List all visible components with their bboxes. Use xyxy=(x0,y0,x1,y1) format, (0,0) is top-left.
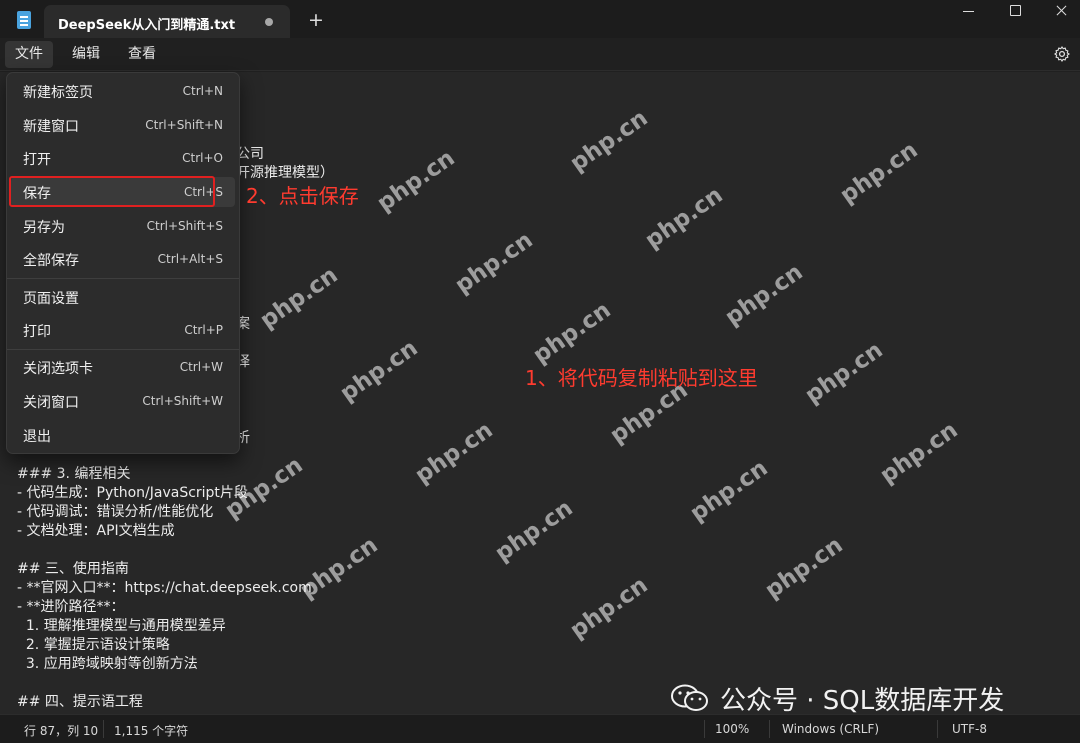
menu-item-save-as[interactable]: 另存为 Ctrl+Shift+S xyxy=(11,211,235,241)
status-separator xyxy=(704,720,705,738)
file-menu-dropdown: 新建标签页 Ctrl+N 新建窗口 Ctrl+Shift+N 打开 Ctrl+O… xyxy=(6,72,240,454)
menu-edit[interactable]: 编辑 xyxy=(62,41,110,68)
menu-item-shortcut: Ctrl+W xyxy=(179,360,223,374)
tab-deepseek-file[interactable]: DeepSeek从入门到精通.txt xyxy=(44,5,290,38)
menu-item-label: 新建标签页 xyxy=(23,85,93,101)
menu-item-close-window[interactable]: 关闭窗口 Ctrl+Shift+W xyxy=(11,386,235,416)
notepad-app-icon xyxy=(17,11,31,29)
menu-view[interactable]: 查看 xyxy=(118,41,166,68)
menu-item-label: 关闭选项卡 xyxy=(23,361,93,377)
menu-item-close-tab[interactable]: 关闭选项卡 Ctrl+W xyxy=(11,352,235,382)
menu-item-shortcut: Ctrl+Shift+S xyxy=(146,219,223,233)
char-count: 1,115 个字符 xyxy=(114,724,189,738)
editor-line: 3. 应用跨域映射等创新方法 xyxy=(17,656,198,672)
cursor-position[interactable]: 行 87，列 10 xyxy=(24,722,98,739)
editor-line: - **进阶路径**： xyxy=(17,599,125,615)
menu-item-label: 全部保存 xyxy=(23,253,79,269)
new-tab-button[interactable]: + xyxy=(306,10,326,30)
menu-item-new-window[interactable]: 新建窗口 Ctrl+Shift+N xyxy=(11,110,235,140)
editor-line: ## 四、提示语工程 xyxy=(17,694,143,710)
menu-item-exit[interactable]: 退出 xyxy=(11,420,235,450)
title-bar: DeepSeek从入门到精通.txt + xyxy=(0,0,1080,38)
close-window-button[interactable] xyxy=(1038,0,1080,24)
settings-gear-icon[interactable] xyxy=(1053,45,1071,63)
encoding[interactable]: UTF-8 xyxy=(952,722,987,736)
line-ending[interactable]: Windows (CRLF) xyxy=(782,722,879,736)
menu-item-label: 另存为 xyxy=(23,220,65,236)
brand-watermark: 公众号 · SQL数据库开发 xyxy=(720,686,1005,716)
editor-line: - 代码调试：错误分析/性能优化 xyxy=(17,504,214,520)
menu-item-shortcut: Ctrl+N xyxy=(182,84,223,98)
menu-item-save-all[interactable]: 全部保存 Ctrl+Alt+S xyxy=(11,244,235,274)
menu-item-shortcut: Ctrl+Shift+W xyxy=(142,394,223,408)
status-separator xyxy=(937,720,938,738)
menu-item-shortcut: Ctrl+P xyxy=(184,323,223,337)
menu-item-label: 退出 xyxy=(23,429,51,445)
status-bar: 行 87，列 10 1,115 个字符 100% Windows (CRLF) … xyxy=(0,714,1080,743)
menu-bar: 文件 编辑 查看 xyxy=(0,38,1080,71)
tab-title: DeepSeek从入门到精通.txt xyxy=(58,18,236,33)
menu-item-label: 关闭窗口 xyxy=(23,395,79,411)
menu-item-shortcut: Ctrl+Shift+N xyxy=(145,118,223,132)
unsaved-dot-icon[interactable] xyxy=(265,18,273,26)
editor-line: 1. 理解推理模型与通用模型差异 xyxy=(17,618,226,634)
menu-item-label: 新建窗口 xyxy=(23,119,79,135)
menu-item-page-setup[interactable]: 页面设置 xyxy=(11,282,235,312)
menu-separator xyxy=(7,349,239,350)
menu-item-label: 打开 xyxy=(23,152,51,168)
zoom-level[interactable]: 100% xyxy=(715,722,749,736)
editor-line: - 文档处理：API文档生成 xyxy=(17,523,175,539)
wechat-icon xyxy=(671,684,708,711)
maximize-button[interactable] xyxy=(992,0,1038,24)
menu-item-shortcut: Ctrl+O xyxy=(182,151,223,165)
status-separator xyxy=(769,720,770,738)
menu-separator xyxy=(7,278,239,279)
editor-line-partial: 公司 xyxy=(236,146,264,162)
menu-file[interactable]: 文件 xyxy=(5,41,53,68)
menu-item-print[interactable]: 打印 Ctrl+P xyxy=(11,315,235,345)
minimize-button[interactable] xyxy=(946,0,992,24)
annotation-paste-here: 1、将代码复制粘贴到这里 xyxy=(525,366,758,390)
menu-item-shortcut: Ctrl+Alt+S xyxy=(157,252,223,266)
editor-line: ## 三、使用指南 xyxy=(17,561,129,577)
save-highlight-box xyxy=(9,176,215,207)
menu-item-new-tab[interactable]: 新建标签页 Ctrl+N xyxy=(11,76,235,106)
editor-line: - **官网入口**：https://chat.deepseek.com xyxy=(17,580,312,596)
menu-item-label: 打印 xyxy=(23,324,51,340)
editor-line: ### 3. 编程相关 xyxy=(17,466,131,482)
menu-item-label: 页面设置 xyxy=(23,291,79,307)
menu-item-open[interactable]: 打开 Ctrl+O xyxy=(11,143,235,173)
annotation-click-save: 2、点击保存 xyxy=(246,184,359,208)
editor-line: 2. 掌握提示语设计策略 xyxy=(17,637,170,653)
status-separator xyxy=(103,720,104,738)
editor-line: - 代码生成：Python/JavaScript片段 xyxy=(17,485,248,501)
